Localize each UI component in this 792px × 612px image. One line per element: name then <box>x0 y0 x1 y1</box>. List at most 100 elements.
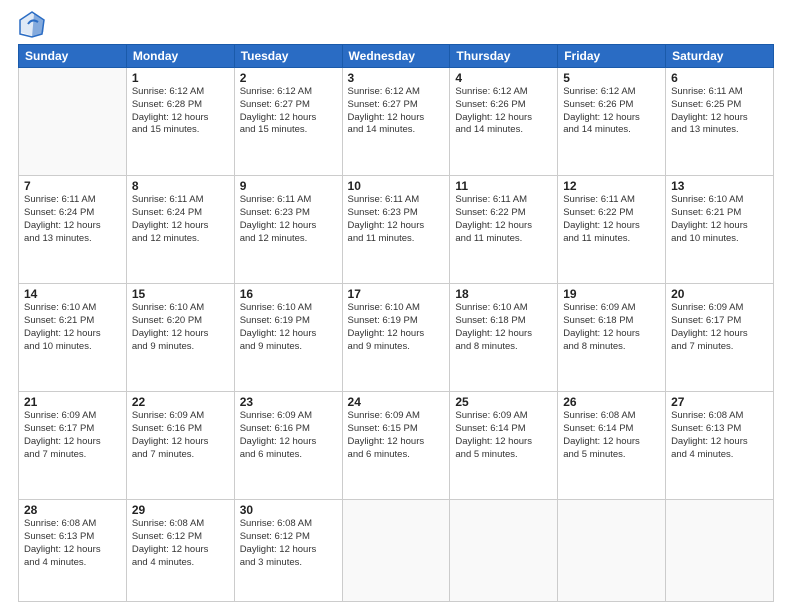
day-number: 23 <box>240 395 337 409</box>
page-header <box>18 10 774 38</box>
day-info: Sunrise: 6:08 AMSunset: 6:14 PMDaylight:… <box>563 410 660 461</box>
calendar-cell <box>558 500 666 602</box>
logo-icon <box>18 10 46 38</box>
day-number: 1 <box>132 71 229 85</box>
calendar-week-1: 1Sunrise: 6:12 AMSunset: 6:28 PMDaylight… <box>19 68 774 176</box>
day-info: Sunrise: 6:09 AMSunset: 6:17 PMDaylight:… <box>671 302 768 353</box>
day-info: Sunrise: 6:10 AMSunset: 6:18 PMDaylight:… <box>455 302 552 353</box>
calendar-cell: 29Sunrise: 6:08 AMSunset: 6:12 PMDayligh… <box>126 500 234 602</box>
calendar-cell: 25Sunrise: 6:09 AMSunset: 6:14 PMDayligh… <box>450 392 558 500</box>
calendar-week-5: 28Sunrise: 6:08 AMSunset: 6:13 PMDayligh… <box>19 500 774 602</box>
day-info: Sunrise: 6:08 AMSunset: 6:12 PMDaylight:… <box>132 518 229 569</box>
day-info: Sunrise: 6:11 AMSunset: 6:22 PMDaylight:… <box>563 194 660 245</box>
day-info: Sunrise: 6:08 AMSunset: 6:12 PMDaylight:… <box>240 518 337 569</box>
calendar-cell <box>19 68 127 176</box>
calendar-cell: 7Sunrise: 6:11 AMSunset: 6:24 PMDaylight… <box>19 176 127 284</box>
calendar-cell: 28Sunrise: 6:08 AMSunset: 6:13 PMDayligh… <box>19 500 127 602</box>
calendar-cell: 9Sunrise: 6:11 AMSunset: 6:23 PMDaylight… <box>234 176 342 284</box>
calendar-cell: 1Sunrise: 6:12 AMSunset: 6:28 PMDaylight… <box>126 68 234 176</box>
day-number: 27 <box>671 395 768 409</box>
day-info: Sunrise: 6:12 AMSunset: 6:26 PMDaylight:… <box>455 86 552 137</box>
day-info: Sunrise: 6:11 AMSunset: 6:25 PMDaylight:… <box>671 86 768 137</box>
day-number: 5 <box>563 71 660 85</box>
calendar-cell: 4Sunrise: 6:12 AMSunset: 6:26 PMDaylight… <box>450 68 558 176</box>
calendar-cell: 18Sunrise: 6:10 AMSunset: 6:18 PMDayligh… <box>450 284 558 392</box>
day-info: Sunrise: 6:12 AMSunset: 6:26 PMDaylight:… <box>563 86 660 137</box>
calendar-cell: 19Sunrise: 6:09 AMSunset: 6:18 PMDayligh… <box>558 284 666 392</box>
calendar-cell: 6Sunrise: 6:11 AMSunset: 6:25 PMDaylight… <box>666 68 774 176</box>
day-number: 21 <box>24 395 121 409</box>
calendar-cell: 27Sunrise: 6:08 AMSunset: 6:13 PMDayligh… <box>666 392 774 500</box>
day-info: Sunrise: 6:09 AMSunset: 6:16 PMDaylight:… <box>132 410 229 461</box>
day-info: Sunrise: 6:11 AMSunset: 6:22 PMDaylight:… <box>455 194 552 245</box>
calendar-header-tuesday: Tuesday <box>234 45 342 68</box>
calendar-cell: 24Sunrise: 6:09 AMSunset: 6:15 PMDayligh… <box>342 392 450 500</box>
day-info: Sunrise: 6:12 AMSunset: 6:28 PMDaylight:… <box>132 86 229 137</box>
calendar-header-wednesday: Wednesday <box>342 45 450 68</box>
logo <box>18 10 50 38</box>
calendar-header-saturday: Saturday <box>666 45 774 68</box>
day-info: Sunrise: 6:10 AMSunset: 6:21 PMDaylight:… <box>24 302 121 353</box>
day-number: 28 <box>24 503 121 517</box>
calendar-cell: 5Sunrise: 6:12 AMSunset: 6:26 PMDaylight… <box>558 68 666 176</box>
day-number: 30 <box>240 503 337 517</box>
calendar-cell: 23Sunrise: 6:09 AMSunset: 6:16 PMDayligh… <box>234 392 342 500</box>
day-info: Sunrise: 6:11 AMSunset: 6:23 PMDaylight:… <box>240 194 337 245</box>
day-info: Sunrise: 6:11 AMSunset: 6:24 PMDaylight:… <box>24 194 121 245</box>
day-number: 6 <box>671 71 768 85</box>
calendar-cell: 17Sunrise: 6:10 AMSunset: 6:19 PMDayligh… <box>342 284 450 392</box>
calendar-cell: 26Sunrise: 6:08 AMSunset: 6:14 PMDayligh… <box>558 392 666 500</box>
calendar-cell: 22Sunrise: 6:09 AMSunset: 6:16 PMDayligh… <box>126 392 234 500</box>
calendar-cell: 16Sunrise: 6:10 AMSunset: 6:19 PMDayligh… <box>234 284 342 392</box>
day-number: 19 <box>563 287 660 301</box>
day-number: 20 <box>671 287 768 301</box>
calendar-header-row: SundayMondayTuesdayWednesdayThursdayFrid… <box>19 45 774 68</box>
calendar-header-thursday: Thursday <box>450 45 558 68</box>
day-number: 25 <box>455 395 552 409</box>
day-info: Sunrise: 6:09 AMSunset: 6:16 PMDaylight:… <box>240 410 337 461</box>
day-info: Sunrise: 6:10 AMSunset: 6:21 PMDaylight:… <box>671 194 768 245</box>
calendar-cell: 10Sunrise: 6:11 AMSunset: 6:23 PMDayligh… <box>342 176 450 284</box>
day-info: Sunrise: 6:12 AMSunset: 6:27 PMDaylight:… <box>240 86 337 137</box>
day-number: 29 <box>132 503 229 517</box>
day-number: 11 <box>455 179 552 193</box>
day-number: 24 <box>348 395 445 409</box>
calendar-header-friday: Friday <box>558 45 666 68</box>
day-info: Sunrise: 6:10 AMSunset: 6:19 PMDaylight:… <box>240 302 337 353</box>
calendar-week-4: 21Sunrise: 6:09 AMSunset: 6:17 PMDayligh… <box>19 392 774 500</box>
calendar-cell <box>342 500 450 602</box>
calendar-cell: 3Sunrise: 6:12 AMSunset: 6:27 PMDaylight… <box>342 68 450 176</box>
day-info: Sunrise: 6:08 AMSunset: 6:13 PMDaylight:… <box>671 410 768 461</box>
day-info: Sunrise: 6:08 AMSunset: 6:13 PMDaylight:… <box>24 518 121 569</box>
calendar-cell: 15Sunrise: 6:10 AMSunset: 6:20 PMDayligh… <box>126 284 234 392</box>
day-info: Sunrise: 6:11 AMSunset: 6:24 PMDaylight:… <box>132 194 229 245</box>
calendar-cell: 8Sunrise: 6:11 AMSunset: 6:24 PMDaylight… <box>126 176 234 284</box>
day-number: 14 <box>24 287 121 301</box>
day-number: 10 <box>348 179 445 193</box>
calendar-cell: 30Sunrise: 6:08 AMSunset: 6:12 PMDayligh… <box>234 500 342 602</box>
calendar-cell: 13Sunrise: 6:10 AMSunset: 6:21 PMDayligh… <box>666 176 774 284</box>
day-number: 13 <box>671 179 768 193</box>
day-number: 16 <box>240 287 337 301</box>
day-info: Sunrise: 6:09 AMSunset: 6:17 PMDaylight:… <box>24 410 121 461</box>
day-number: 7 <box>24 179 121 193</box>
day-info: Sunrise: 6:10 AMSunset: 6:20 PMDaylight:… <box>132 302 229 353</box>
day-info: Sunrise: 6:12 AMSunset: 6:27 PMDaylight:… <box>348 86 445 137</box>
calendar-cell <box>666 500 774 602</box>
calendar-header-monday: Monday <box>126 45 234 68</box>
day-info: Sunrise: 6:09 AMSunset: 6:18 PMDaylight:… <box>563 302 660 353</box>
calendar-week-2: 7Sunrise: 6:11 AMSunset: 6:24 PMDaylight… <box>19 176 774 284</box>
day-number: 18 <box>455 287 552 301</box>
day-number: 8 <box>132 179 229 193</box>
day-info: Sunrise: 6:09 AMSunset: 6:14 PMDaylight:… <box>455 410 552 461</box>
calendar-cell: 20Sunrise: 6:09 AMSunset: 6:17 PMDayligh… <box>666 284 774 392</box>
day-number: 12 <box>563 179 660 193</box>
day-number: 4 <box>455 71 552 85</box>
calendar-cell: 14Sunrise: 6:10 AMSunset: 6:21 PMDayligh… <box>19 284 127 392</box>
calendar-cell: 2Sunrise: 6:12 AMSunset: 6:27 PMDaylight… <box>234 68 342 176</box>
day-info: Sunrise: 6:11 AMSunset: 6:23 PMDaylight:… <box>348 194 445 245</box>
day-info: Sunrise: 6:10 AMSunset: 6:19 PMDaylight:… <box>348 302 445 353</box>
day-number: 3 <box>348 71 445 85</box>
day-number: 26 <box>563 395 660 409</box>
day-number: 17 <box>348 287 445 301</box>
